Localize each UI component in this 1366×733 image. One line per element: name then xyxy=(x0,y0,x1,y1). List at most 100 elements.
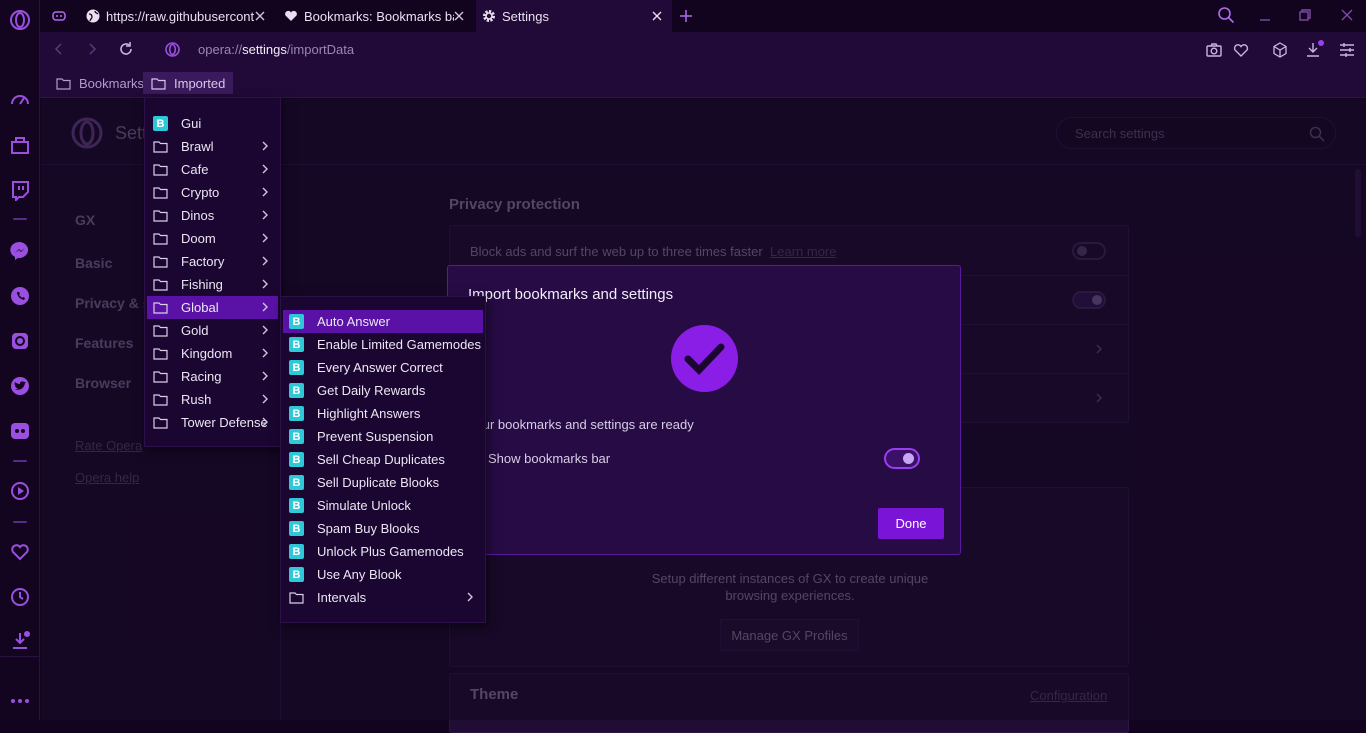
whatsapp-icon[interactable] xyxy=(9,285,31,307)
folder-menu-item[interactable]: Crypto xyxy=(147,181,278,204)
discord-icon[interactable] xyxy=(9,420,31,442)
twitch-icon[interactable] xyxy=(9,179,31,201)
bookmark-menu-item[interactable]: B Every Answer Correct xyxy=(283,356,483,379)
show-bookmarks-bar-toggle[interactable] xyxy=(884,448,920,469)
folder-menu-item[interactable]: Doom xyxy=(147,227,278,250)
folder-icon xyxy=(289,591,305,607)
menu-item-label: Every Answer Correct xyxy=(317,360,443,375)
folder-menu-item[interactable]: Global xyxy=(147,296,278,319)
history-clock-icon[interactable] xyxy=(9,586,31,608)
bookmark-menu-item[interactable]: B Auto Answer xyxy=(283,310,483,333)
dialog-message: Your bookmarks and settings are ready xyxy=(468,417,694,432)
folder-icon xyxy=(153,140,169,156)
more-dots-icon[interactable] xyxy=(9,690,31,712)
instagram-icon[interactable] xyxy=(9,330,31,352)
folder-icon xyxy=(153,347,169,363)
url-field[interactable]: opera://settings/importData xyxy=(198,42,354,57)
import-dialog: Import bookmarks and settings Your bookm… xyxy=(447,265,961,555)
menu-item-label: Highlight Answers xyxy=(317,406,421,421)
bookmark-menu-item[interactable]: B Gui xyxy=(147,112,278,135)
folder-icon xyxy=(153,255,169,271)
bookmark-label: Imported xyxy=(174,75,226,91)
heart-bookmark-icon[interactable] xyxy=(1233,42,1249,58)
downloads-icon[interactable] xyxy=(9,630,31,652)
folder-icon xyxy=(153,393,169,409)
bookmark-menu-item[interactable]: B Highlight Answers xyxy=(283,402,483,425)
twitter-icon[interactable] xyxy=(9,375,31,397)
bookmark-menu-item[interactable]: B Sell Cheap Duplicates xyxy=(283,448,483,471)
bookmark-menu-item[interactable]: B Unlock Plus Gamemodes xyxy=(283,540,483,563)
back-arrow-icon[interactable] xyxy=(52,42,66,56)
folder-menu-item[interactable]: Dinos xyxy=(147,204,278,227)
url-path: /importData xyxy=(286,42,355,57)
speedometer-icon[interactable] xyxy=(9,89,31,111)
folder-menu-item[interactable]: Racing xyxy=(147,365,278,388)
bookmark-folder-bookmarks[interactable]: Bookmarks xyxy=(48,72,152,94)
done-button[interactable]: Done xyxy=(878,508,944,539)
opera-logo-icon[interactable] xyxy=(9,9,31,31)
forward-arrow-icon[interactable] xyxy=(85,42,99,56)
close-icon[interactable] xyxy=(650,9,664,23)
gx-corner-icon[interactable] xyxy=(9,134,31,156)
menu-item-label: Tower Defense xyxy=(181,415,268,430)
tab-bookmarks[interactable]: Bookmarks: Bookmarks bar xyxy=(278,0,474,32)
close-window-icon[interactable] xyxy=(1340,8,1354,22)
folder-menu-item[interactable]: Factory xyxy=(147,250,278,273)
global-folder-menu: B Auto Answer B Enable Limited Gamemodes B Ev… xyxy=(280,296,486,623)
folder-menu-item[interactable]: Fishing xyxy=(147,273,278,296)
easy-setup-icon[interactable] xyxy=(1339,42,1355,58)
folder-menu-item[interactable]: Kingdom xyxy=(147,342,278,365)
new-tab-plus-icon[interactable] xyxy=(678,8,694,24)
restore-icon[interactable] xyxy=(1298,8,1312,22)
folder-icon xyxy=(153,209,169,225)
cube-icon[interactable] xyxy=(1272,42,1288,58)
tab-gx-games[interactable] xyxy=(46,0,76,32)
blooket-glyph: B xyxy=(289,383,304,398)
close-icon[interactable] xyxy=(452,9,466,23)
tab-github[interactable]: https://raw.githubuserconte xyxy=(80,0,275,32)
folder-menu-item[interactable]: Rush xyxy=(147,388,278,411)
folder-menu-item[interactable]: Gold xyxy=(147,319,278,342)
search-tabs-icon[interactable] xyxy=(1217,6,1235,24)
chevron-right-icon xyxy=(260,416,270,428)
bookmark-menu-item[interactable]: B Prevent Suspension xyxy=(283,425,483,448)
messenger-icon[interactable] xyxy=(9,240,31,262)
folder-menu-item[interactable]: Brawl xyxy=(147,135,278,158)
bookmark-menu-item[interactable]: B Get Daily Rewards xyxy=(283,379,483,402)
chevron-right-icon xyxy=(260,186,270,198)
tab-title: https://raw.githubuserconte xyxy=(106,8,254,24)
player-icon[interactable] xyxy=(9,480,31,502)
chevron-right-icon xyxy=(260,209,270,221)
blooket-glyph: B xyxy=(289,429,304,444)
menu-item-label: Auto Answer xyxy=(317,314,390,329)
tab-settings[interactable]: Settings xyxy=(476,0,672,32)
chevron-right-icon xyxy=(260,163,270,175)
menu-item-label: Rush xyxy=(181,392,212,407)
heart-icon[interactable] xyxy=(9,541,31,563)
blooket-icon: B xyxy=(289,521,305,537)
chevron-right-icon xyxy=(260,324,270,336)
bookmark-menu-item[interactable]: B Use Any Blook xyxy=(283,563,483,586)
menu-item-label: Unlock Plus Gamemodes xyxy=(317,544,464,559)
checkmark-icon xyxy=(671,325,738,392)
camera-icon[interactable] xyxy=(1206,42,1222,58)
downloads-icon[interactable] xyxy=(1305,40,1325,58)
folder-menu-item[interactable]: Cafe xyxy=(147,158,278,181)
folder-menu-item[interactable]: Tower Defense xyxy=(147,411,278,434)
bookmark-menu-item[interactable]: B Enable Limited Gamemodes xyxy=(283,333,483,356)
bookmark-menu-item[interactable]: B Spam Buy Blooks xyxy=(283,517,483,540)
bookmark-folder-imported[interactable]: Imported xyxy=(143,72,234,94)
address-bar: opera://settings/importData xyxy=(40,32,1366,68)
bookmark-label: Bookmarks xyxy=(79,75,145,91)
url-host: settings xyxy=(242,42,287,57)
close-icon[interactable] xyxy=(253,9,267,23)
folder-menu-item[interactable]: Intervals xyxy=(283,586,483,609)
bookmark-menu-item[interactable]: B Sell Duplicate Blooks xyxy=(283,471,483,494)
minimize-icon[interactable] xyxy=(1258,8,1272,22)
menu-item-label: Gold xyxy=(181,323,209,338)
blooket-glyph: B xyxy=(289,498,304,513)
reload-icon[interactable] xyxy=(118,41,134,57)
bookmark-menu-item[interactable]: B Simulate Unlock xyxy=(283,494,483,517)
menu-item-label: Spam Buy Blooks xyxy=(317,521,420,536)
blooket-icon: B xyxy=(289,314,305,330)
